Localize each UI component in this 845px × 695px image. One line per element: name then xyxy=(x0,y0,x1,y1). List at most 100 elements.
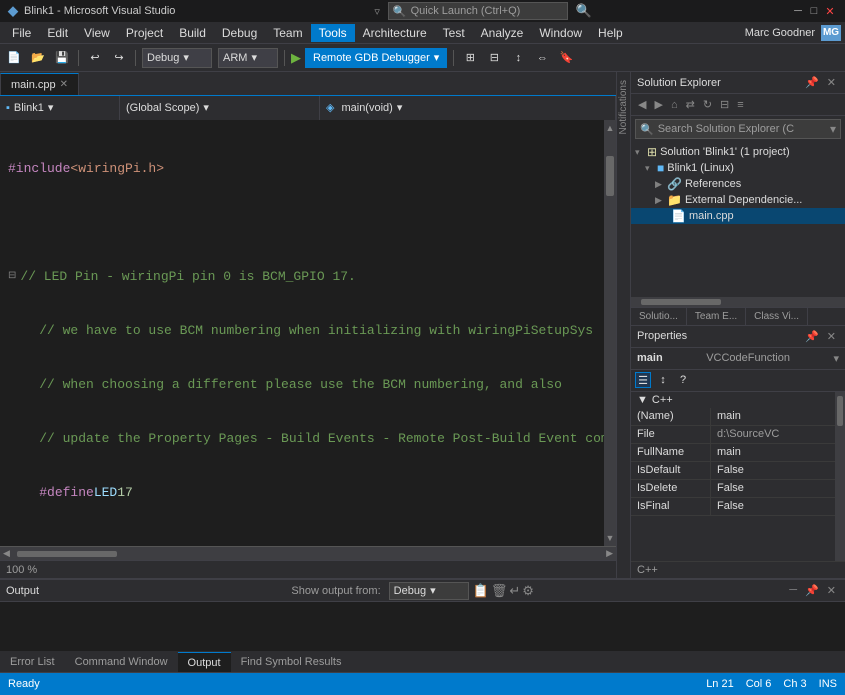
toolbar-extra-btn-1[interactable]: ⊞ xyxy=(460,48,480,68)
tab-solution[interactable]: Solutio... xyxy=(631,308,687,325)
props-categorized-btn[interactable]: ☰ xyxy=(635,372,651,388)
menu-team[interactable]: Team xyxy=(265,24,310,42)
menu-project[interactable]: Project xyxy=(118,24,171,42)
output-pin-btn[interactable]: ─ xyxy=(786,583,800,598)
menu-view[interactable]: View xyxy=(76,24,118,42)
minimize-button[interactable]: ─ xyxy=(791,4,805,18)
props-close-btn[interactable]: ✕ xyxy=(824,329,839,344)
props-bottom-label: C++ xyxy=(631,561,845,578)
solution-explorer-panel: Solution Explorer 📌 ✕ ◀ ▶ ⌂ ⇄ ↻ ⊟ ≡ 🔍 Se… xyxy=(631,72,845,325)
scroll-up-btn[interactable]: ▲ xyxy=(606,120,615,136)
toolbar-new-btn[interactable]: 📄 xyxy=(4,48,24,68)
menu-debug[interactable]: Debug xyxy=(214,24,265,42)
menu-window[interactable]: Window xyxy=(531,24,590,42)
menu-file[interactable]: File xyxy=(4,24,39,42)
scroll-down-btn[interactable]: ▼ xyxy=(606,530,615,546)
props-val-isfinal: False xyxy=(711,498,835,515)
scroll-thumb[interactable] xyxy=(606,156,614,196)
output-source-dropdown[interactable]: Debug ▾ xyxy=(389,582,469,600)
debug-config-dropdown[interactable]: Debug ▾ xyxy=(142,48,212,68)
output-pin2-btn[interactable]: 📌 xyxy=(802,583,822,598)
props-section-cpp[interactable]: ▼ C++ xyxy=(631,392,835,408)
props-help-btn[interactable]: ? xyxy=(675,372,691,388)
tab-command-window[interactable]: Command Window xyxy=(65,652,178,672)
se-forward-btn[interactable]: ▶ xyxy=(651,97,665,112)
menu-test[interactable]: Test xyxy=(435,24,473,42)
menu-tools[interactable]: Tools xyxy=(311,24,355,42)
tab-find-symbol[interactable]: Find Symbol Results xyxy=(231,652,352,672)
props-scrollbar[interactable] xyxy=(835,392,845,562)
debugger-button[interactable]: Remote GDB Debugger ▾ xyxy=(305,48,447,68)
toolbar-extra-btn-2[interactable]: ⊟ xyxy=(484,48,504,68)
solution-explorer-search[interactable]: 🔍 Search Solution Explorer (C ▾ xyxy=(635,119,841,139)
tree-references[interactable]: ▶ 🔗 References xyxy=(631,176,845,192)
tree-external-deps[interactable]: ▶ 📁 External Dependencie... xyxy=(631,192,845,208)
references-label: References xyxy=(685,178,741,190)
se-sync-btn[interactable]: ⇄ xyxy=(683,97,698,112)
search-chevron: ▾ xyxy=(830,122,836,136)
scroll-left-btn[interactable]: ◀ xyxy=(0,548,13,559)
project-scope-dropdown[interactable]: ▪ Blink1 ▾ xyxy=(0,96,120,120)
props-row-fullname: FullName main xyxy=(631,444,835,462)
expand-project[interactable]: ▾ xyxy=(645,163,655,174)
tree-project[interactable]: ▾ ■ Blink1 (Linux) xyxy=(631,160,845,176)
tab-main-cpp[interactable]: main.cpp ✕ xyxy=(0,73,79,95)
expand-ext-deps[interactable]: ▶ xyxy=(655,195,665,206)
toolbar-save-btn[interactable]: 💾 xyxy=(52,48,72,68)
function-scope-dropdown[interactable]: ◈ main(void) ▾ xyxy=(320,96,616,120)
arch-dropdown[interactable]: ARM ▾ xyxy=(218,48,278,68)
se-refresh-btn[interactable]: ↻ xyxy=(700,97,715,112)
output-content xyxy=(0,602,845,651)
toolbar-redo-btn[interactable]: ↪ xyxy=(109,48,129,68)
editor-scrollbar-vertical[interactable]: ▲ ▼ xyxy=(604,120,616,546)
toolbar-extra-btn-5[interactable]: 🔖 xyxy=(556,48,576,68)
global-scope-dropdown[interactable]: (Global Scope) ▾ xyxy=(120,96,320,120)
editor-scrollbar-horizontal[interactable]: ◀ ▶ xyxy=(0,546,616,560)
props-dropdown-icon[interactable]: ▾ xyxy=(833,352,839,365)
toolbar-undo-btn[interactable]: ↩ xyxy=(85,48,105,68)
props-pin-btn[interactable]: 📌 xyxy=(802,329,822,344)
menu-build[interactable]: Build xyxy=(171,24,214,42)
menu-edit[interactable]: Edit xyxy=(39,24,76,42)
search-icon: 🔍 xyxy=(393,5,407,18)
se-back-btn[interactable]: ◀ xyxy=(635,97,649,112)
tab-class-view[interactable]: Class Vi... xyxy=(746,308,808,325)
se-home-btn[interactable]: ⌂ xyxy=(668,98,681,112)
tree-solution[interactable]: ▾ ⊞ Solution 'Blink1' (1 project) xyxy=(631,144,845,160)
tree-main-cpp[interactable]: 📄 main.cpp xyxy=(631,208,845,224)
maximize-button[interactable]: □ xyxy=(807,4,821,18)
output-clear-btn[interactable]: 🗑 xyxy=(491,583,508,599)
tab-error-list[interactable]: Error List xyxy=(0,652,65,672)
chevron-icon-output: ▾ xyxy=(430,584,436,597)
toolbar-extra-btn-3[interactable]: ↕ xyxy=(508,48,528,68)
se-h-scrollbar[interactable] xyxy=(631,297,845,307)
menu-analyze[interactable]: Analyze xyxy=(473,24,532,42)
tab-team-explorer[interactable]: Team E... xyxy=(687,308,746,325)
tab-output[interactable]: Output xyxy=(178,652,231,672)
se-h-scroll-thumb[interactable] xyxy=(641,299,721,305)
props-scroll-thumb[interactable] xyxy=(837,396,843,426)
props-alpha-btn[interactable]: ↕ xyxy=(655,372,671,388)
menu-help[interactable]: Help xyxy=(590,24,631,42)
output-wrap-btn[interactable]: ↵ xyxy=(509,583,520,599)
close-button[interactable]: ✕ xyxy=(823,4,837,18)
tab-close-button[interactable]: ✕ xyxy=(60,79,68,90)
code-scroll-area[interactable]: #include <wiringPi.h> ⊟// LED Pin - wiri… xyxy=(0,120,604,546)
toolbar-extra-btn-4[interactable]: ⇔ xyxy=(532,48,552,68)
panel-close-btn[interactable]: ✕ xyxy=(824,75,839,90)
toolbar-open-btn[interactable]: 📂 xyxy=(28,48,48,68)
code-editor[interactable]: #include <wiringPi.h> ⊟// LED Pin - wiri… xyxy=(0,120,616,546)
se-properties-btn[interactable]: ≡ xyxy=(734,98,746,112)
output-filter-btn[interactable]: ⚙ xyxy=(522,583,534,599)
h-scroll-thumb[interactable] xyxy=(17,551,117,557)
panel-pin-btn[interactable]: 📌 xyxy=(802,75,822,90)
expand-references[interactable]: ▶ xyxy=(655,179,665,190)
menu-architecture[interactable]: Architecture xyxy=(355,24,435,42)
props-key-isdefault: IsDefault xyxy=(631,462,711,479)
quick-launch-input[interactable]: 🔍 Quick Launch (Ctrl+Q) xyxy=(388,2,568,20)
expand-solution[interactable]: ▾ xyxy=(635,147,645,158)
se-collapse-btn[interactable]: ⊟ xyxy=(717,97,732,112)
scroll-right-btn[interactable]: ▶ xyxy=(603,548,616,559)
output-copy-btn[interactable]: 📋 xyxy=(473,583,489,599)
output-close-btn[interactable]: ✕ xyxy=(824,583,839,598)
